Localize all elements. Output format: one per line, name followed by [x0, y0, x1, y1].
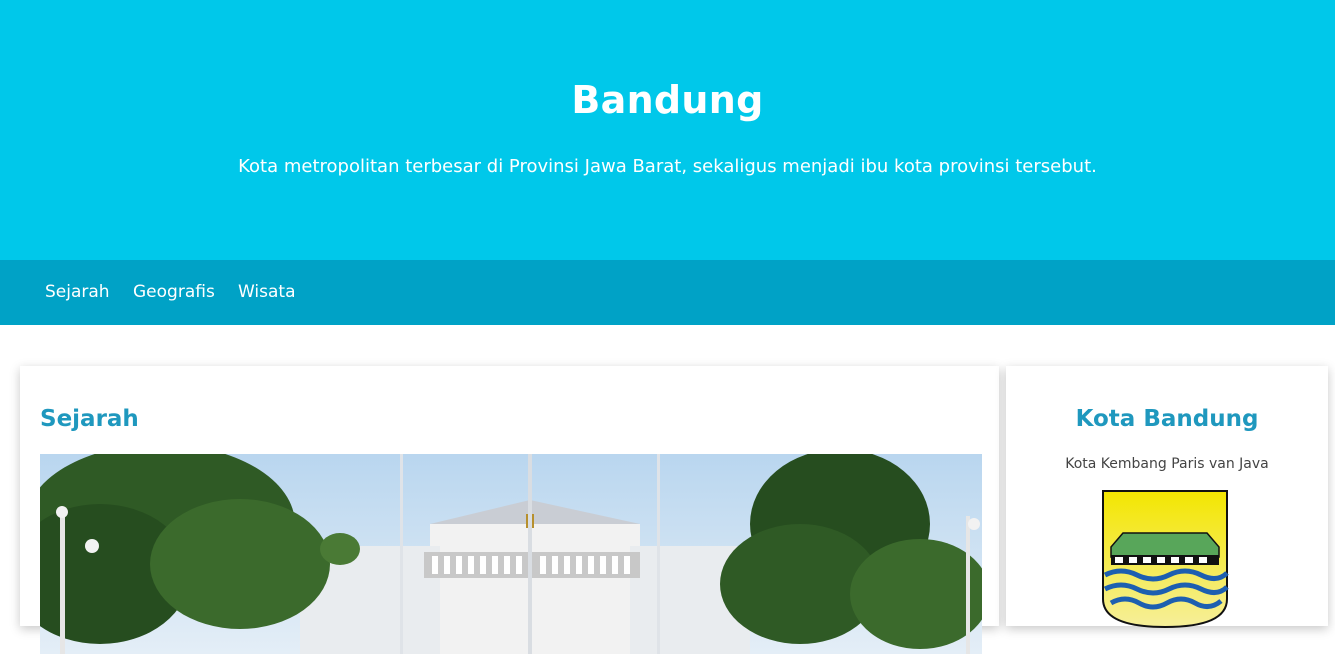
nav-link-wisata[interactable]: Wisata [238, 282, 296, 302]
page-subtitle: Kota metropolitan terbesar di Provinsi J… [238, 156, 1097, 177]
main-navbar: Sejarah Geografis Wisata [0, 260, 1335, 325]
gedung-sate-photo [40, 454, 982, 654]
hero-header: Bandung Kota metropolitan terbesar di Pr… [0, 0, 1335, 260]
bandung-coat-of-arms-icon [1101, 489, 1229, 629]
sejarah-card: Sejarah [20, 366, 999, 654]
kota-bandung-card: Kota Bandung Kota Kembang Paris van Java [1006, 366, 1328, 629]
aside-subtitle: Kota Kembang Paris van Java [1065, 456, 1269, 472]
nav-link-geografis[interactable]: Geografis [133, 282, 215, 302]
page-title: Bandung [571, 78, 764, 122]
section-title-sejarah: Sejarah [40, 406, 139, 432]
aside-title: Kota Bandung [1075, 406, 1259, 432]
nav-link-sejarah[interactable]: Sejarah [45, 282, 110, 302]
